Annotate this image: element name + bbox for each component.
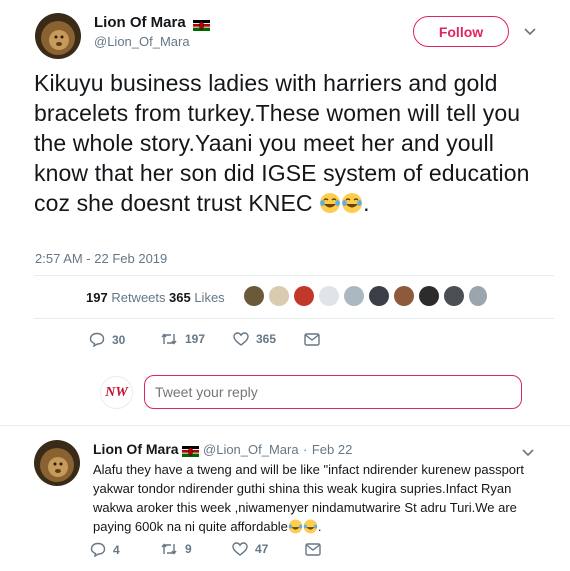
- liker-avatar[interactable]: [269, 286, 289, 306]
- liker-avatar[interactable]: [369, 286, 389, 306]
- likes-label[interactable]: Likes: [194, 290, 224, 305]
- reply-action[interactable]: 4: [90, 542, 120, 557]
- reply-author-handle[interactable]: @Lion_Of_Mara: [203, 442, 299, 457]
- tears-of-joy-emoji-icon: [303, 519, 318, 534]
- reply-separator: ·: [303, 442, 308, 457]
- retweets-stat[interactable]: 197 Retweets: [86, 290, 166, 305]
- liker-avatar[interactable]: [319, 286, 339, 306]
- reply-text-suffix: .: [317, 519, 322, 534]
- likes-count[interactable]: 365: [169, 290, 191, 305]
- kenya-flag-icon: [181, 444, 199, 458]
- tears-of-joy-emoji-icon: [319, 191, 341, 213]
- reply-header: Lion Of Mara @Lion_Of_Mara · Feb 22: [93, 441, 352, 459]
- liker-avatar[interactable]: [344, 286, 364, 306]
- retweet-icon[interactable]: [160, 332, 178, 346]
- kenya-flag-icon: [192, 18, 210, 31]
- tears-of-joy-emoji-icon: [341, 191, 363, 213]
- chevron-down-icon[interactable]: [524, 24, 536, 39]
- reply-action[interactable]: 30: [89, 332, 125, 347]
- author-handle[interactable]: @Lion_Of_Mara: [94, 34, 190, 49]
- retweet-icon[interactable]: [160, 542, 178, 556]
- likes-stat[interactable]: 365 Likes: [169, 290, 225, 305]
- tears-of-joy-emoji-icon: [288, 519, 303, 534]
- like-action[interactable]: 365: [233, 332, 276, 346]
- liker-avatar[interactable]: [244, 286, 264, 306]
- liker-avatar[interactable]: [469, 286, 487, 306]
- divider: [34, 275, 554, 276]
- retweet-count[interactable]: 197: [185, 332, 205, 346]
- envelope-icon[interactable]: [305, 543, 321, 556]
- reply-text: Alafu they have a tweng and will be like…: [93, 460, 538, 536]
- reply-count[interactable]: 4: [113, 543, 120, 557]
- composer-avatar-logo: NW: [105, 384, 128, 400]
- author-name-row[interactable]: Lion Of Mara: [94, 14, 210, 31]
- chevron-down-icon[interactable]: [522, 445, 534, 460]
- follow-button[interactable]: Follow: [413, 16, 509, 47]
- tweet-timestamp[interactable]: 2:57 AM - 22 Feb 2019: [35, 251, 167, 266]
- author-avatar[interactable]: [35, 13, 81, 59]
- retweets-label[interactable]: Retweets: [111, 290, 165, 305]
- like-action[interactable]: 47: [232, 542, 268, 556]
- retweets-count[interactable]: 197: [86, 290, 108, 305]
- liker-avatar[interactable]: [294, 286, 314, 306]
- reply-icon[interactable]: [90, 542, 106, 557]
- liker-avatar[interactable]: [394, 286, 414, 306]
- like-count[interactable]: 47: [255, 542, 268, 556]
- divider: [0, 425, 570, 426]
- direct-message-action[interactable]: [304, 333, 320, 346]
- retweet-action[interactable]: 9: [160, 542, 192, 556]
- tweet-body: Kikuyu business ladies with harriers and…: [34, 70, 530, 216]
- reply-author-name[interactable]: Lion Of Mara: [93, 441, 179, 457]
- envelope-icon[interactable]: [304, 333, 320, 346]
- reply-input[interactable]: [144, 375, 522, 409]
- heart-icon[interactable]: [232, 542, 248, 556]
- reply-icon[interactable]: [89, 332, 105, 347]
- reply-date[interactable]: Feb 22: [312, 442, 352, 457]
- retweet-action[interactable]: 197: [160, 332, 205, 346]
- liker-avatar[interactable]: [419, 286, 439, 306]
- heart-icon[interactable]: [233, 332, 249, 346]
- tweet-text: Kikuyu business ladies with harriers and…: [34, 68, 554, 218]
- tweet-text-suffix: .: [363, 190, 370, 216]
- like-count[interactable]: 365: [256, 332, 276, 346]
- likers-avatar-strip: [244, 286, 487, 308]
- liker-avatar[interactable]: [444, 286, 464, 306]
- reply-count[interactable]: 30: [112, 333, 125, 347]
- retweet-count[interactable]: 9: [185, 542, 192, 556]
- reply-author-avatar[interactable]: [34, 440, 80, 486]
- direct-message-action[interactable]: [305, 543, 321, 556]
- divider: [34, 318, 554, 319]
- author-name[interactable]: Lion Of Mara: [94, 14, 186, 31]
- composer-avatar[interactable]: NW: [100, 376, 133, 409]
